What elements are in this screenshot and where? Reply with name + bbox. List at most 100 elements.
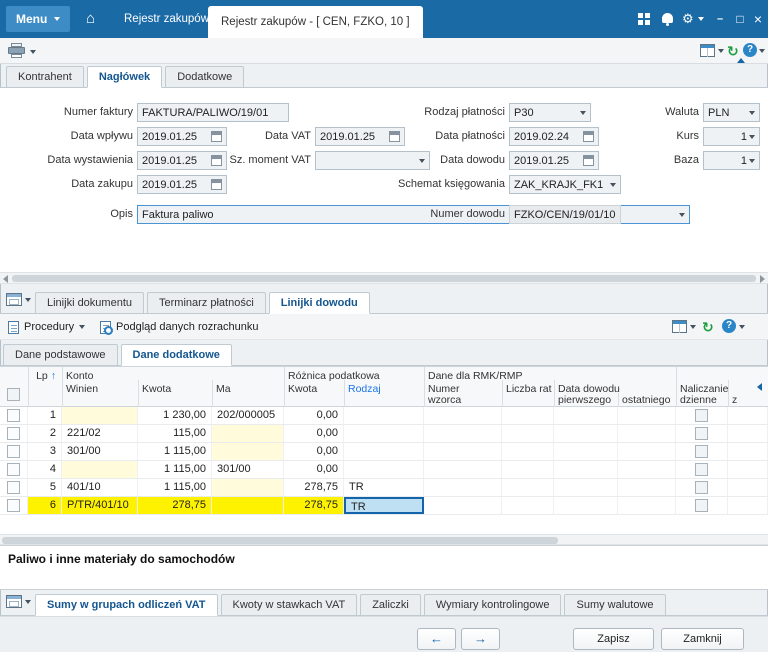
tab-sumy-w-grupach-vat[interactable]: Sumy w grupach odliczeń VAT xyxy=(35,594,218,616)
col-pierwszego[interactable]: pierwszego xyxy=(558,394,611,406)
prev-button[interactable]: ← xyxy=(417,628,456,650)
cell-numer-wzorca[interactable] xyxy=(424,407,502,424)
grid-horizontal-scrollbar[interactable] xyxy=(0,534,768,545)
cell-roznica-kwota[interactable]: 278,75 xyxy=(284,497,344,514)
col-lp[interactable]: Lp↑ xyxy=(28,370,56,382)
cell-dzienne-checkbox[interactable] xyxy=(695,427,708,440)
cell-rodzaj[interactable] xyxy=(344,443,424,460)
scroll-left-icon[interactable] xyxy=(3,275,8,283)
cell-liczba-rat[interactable] xyxy=(502,443,554,460)
cell-winien[interactable] xyxy=(62,461,138,478)
cell-numer-wzorca[interactable] xyxy=(424,425,502,442)
layout-button[interactable] xyxy=(6,595,31,608)
columns-icon[interactable] xyxy=(672,320,687,333)
data-platnosci-input[interactable]: 2019.02.24 xyxy=(509,127,599,146)
col-winien[interactable]: Winien xyxy=(66,383,98,395)
cell-liczba-rat[interactable] xyxy=(502,497,554,514)
description-memo[interactable]: Paliwo i inne materiały do samochodów xyxy=(0,545,768,590)
cell-z[interactable] xyxy=(728,407,768,424)
schemat-ksiegowania-select[interactable]: ZAK_KRAJK_FK1 xyxy=(509,175,621,194)
help-icon[interactable]: ? xyxy=(722,319,736,333)
help-icon[interactable]: ? xyxy=(743,43,757,57)
cell-pierwszego[interactable] xyxy=(554,425,618,442)
cell-ma[interactable]: 202/000005 xyxy=(212,407,284,424)
cell-pierwszego[interactable] xyxy=(554,407,618,424)
table-row[interactable]: 2 221/02 115,00 0,00 xyxy=(0,425,768,443)
cell-kwota[interactable]: 1 115,00 xyxy=(138,461,212,478)
tab-wymiary-kontrolingowe[interactable]: Wymiary kontrolingowe xyxy=(424,594,562,616)
col-ostatniego[interactable]: ostatniego xyxy=(622,394,670,406)
cell-rodzaj[interactable]: TR xyxy=(344,479,424,496)
scroll-right-icon[interactable] xyxy=(760,275,765,283)
col-rodzaj[interactable]: Rodzaj xyxy=(348,383,381,395)
row-checkbox[interactable] xyxy=(7,427,20,440)
procedury-button[interactable]: Procedury xyxy=(2,317,91,337)
cell-liczba-rat[interactable] xyxy=(502,461,554,478)
gear-icon[interactable]: ⚙ xyxy=(682,11,694,27)
cell-ostatniego[interactable] xyxy=(618,425,676,442)
cell-z[interactable] xyxy=(728,461,768,478)
col-roznica-kwota[interactable]: Kwota xyxy=(288,383,317,395)
cell-lp[interactable]: 3 xyxy=(28,443,62,460)
chevron-down-icon[interactable] xyxy=(759,49,765,53)
chevron-down-icon[interactable] xyxy=(718,49,724,53)
cell-dzienne-checkbox[interactable] xyxy=(695,409,708,422)
collapse-left-icon[interactable] xyxy=(757,383,762,391)
tab-kontrahent[interactable]: Kontrahent xyxy=(6,66,84,88)
layout-button[interactable] xyxy=(6,293,31,306)
refresh-icon[interactable]: ↻ xyxy=(727,44,739,58)
close-window-button[interactable]: Zamknij xyxy=(661,628,744,650)
refresh-icon[interactable]: ↻ xyxy=(702,320,714,334)
doc-tab-rejestr-zakupow[interactable]: Rejestr zakupów xyxy=(124,0,209,38)
cell-z[interactable] xyxy=(728,479,768,496)
cell-ostatniego[interactable] xyxy=(618,497,676,514)
cell-dzienne-checkbox[interactable] xyxy=(695,463,708,476)
cell-lp[interactable]: 4 xyxy=(28,461,62,478)
scrollbar-thumb[interactable] xyxy=(2,537,558,544)
cell-ma[interactable] xyxy=(212,425,284,442)
cell-ostatniego[interactable] xyxy=(618,443,676,460)
row-checkbox[interactable] xyxy=(7,463,20,476)
table-row-selected[interactable]: 6 P/TR/401/10 278,75 278,75 TR xyxy=(0,497,768,515)
cell-pierwszego[interactable] xyxy=(554,479,618,496)
tab-kwoty-w-stawkach-vat[interactable]: Kwoty w stawkach VAT xyxy=(221,594,358,616)
cell-kwota[interactable]: 1 115,00 xyxy=(138,479,212,496)
cell-kwota[interactable]: 115,00 xyxy=(138,425,212,442)
cell-z[interactable] xyxy=(728,443,768,460)
tab-dane-dodatkowe[interactable]: Dane dodatkowe xyxy=(121,344,232,366)
cell-z[interactable] xyxy=(728,497,768,514)
cell-dzienne-checkbox[interactable] xyxy=(695,481,708,494)
tab-linijki-dokumentu[interactable]: Linijki dokumentu xyxy=(35,292,144,314)
scrollbar-thumb[interactable] xyxy=(12,275,756,282)
form-horizontal-scrollbar[interactable] xyxy=(0,272,768,284)
table-row[interactable]: 5 401/10 1 115,00 278,75 TR xyxy=(0,479,768,497)
maximize-button[interactable]: □ xyxy=(732,0,748,38)
cell-ma[interactable] xyxy=(212,497,284,514)
cell-ostatniego[interactable] xyxy=(618,479,676,496)
tab-dane-podstawowe[interactable]: Dane podstawowe xyxy=(3,344,118,366)
col-liczba-rat[interactable]: Liczba rat xyxy=(506,383,552,395)
tab-terminarz-platnosci[interactable]: Terminarz płatności xyxy=(147,292,266,314)
table-row[interactable]: 3 301/00 1 115,00 0,00 xyxy=(0,443,768,461)
cell-kwota[interactable]: 1 115,00 xyxy=(138,443,212,460)
chevron-down-icon[interactable] xyxy=(30,50,36,54)
cell-lp[interactable]: 2 xyxy=(28,425,62,442)
cell-ma[interactable] xyxy=(212,479,284,496)
calendar-icon[interactable] xyxy=(583,131,594,142)
row-checkbox[interactable] xyxy=(7,445,20,458)
cell-ostatniego[interactable] xyxy=(618,407,676,424)
cell-numer-wzorca[interactable] xyxy=(424,443,502,460)
cell-liczba-rat[interactable] xyxy=(502,479,554,496)
cell-numer-wzorca[interactable] xyxy=(424,461,502,478)
cell-rodzaj[interactable] xyxy=(344,461,424,478)
cell-z[interactable] xyxy=(728,425,768,442)
cell-winien[interactable]: 301/00 xyxy=(62,443,138,460)
cell-roznica-kwota[interactable]: 0,00 xyxy=(284,425,344,442)
minimize-button[interactable]: – xyxy=(712,0,728,38)
cell-rodzaj[interactable] xyxy=(344,407,424,424)
cell-roznica-kwota[interactable]: 0,00 xyxy=(284,461,344,478)
tab-naglowek[interactable]: Nagłówek xyxy=(87,66,162,88)
columns-icon[interactable] xyxy=(700,44,715,57)
row-checkbox[interactable] xyxy=(7,481,20,494)
cell-kwota[interactable]: 1 230,00 xyxy=(138,407,212,424)
